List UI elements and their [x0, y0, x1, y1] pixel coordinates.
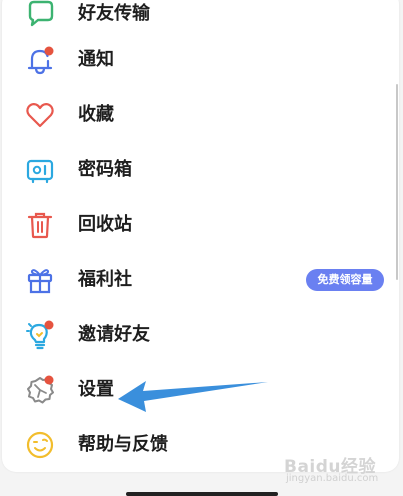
menu-item-label: 设置: [78, 379, 114, 400]
watermark-url: jingyan.baidu.com: [286, 473, 379, 484]
menu-item-label: 邀请好友: [78, 324, 150, 345]
home-indicator: [126, 492, 278, 496]
menu-item-safe-box[interactable]: 密码箱: [2, 144, 396, 196]
menu-item-invite-friends[interactable]: 邀请好友: [2, 309, 396, 361]
annotation-arrow: [118, 381, 268, 412]
scrollbar[interactable]: [396, 84, 398, 280]
menu-item-label: 收藏: [78, 104, 114, 125]
menu-item-label: 密码箱: [78, 159, 132, 180]
menu-item-notifications[interactable]: 通知: [2, 34, 396, 86]
menu-item-label: 通知: [78, 49, 114, 70]
menu-item-label: 好友传输: [78, 3, 150, 24]
gift-icon: [24, 264, 56, 296]
chat-bubble-icon: [24, 0, 56, 30]
menu-item-label: 帮助与反馈: [78, 434, 168, 455]
menu-item-recycle-bin[interactable]: 回收站: [2, 199, 396, 251]
menu-item-welfare[interactable]: 福利社 免费领容量: [2, 254, 396, 306]
heart-icon: [24, 99, 56, 131]
gear-icon: [24, 374, 56, 406]
lightbulb-icon: [24, 319, 56, 351]
watermark: Baidu经验 jingyan.baidu.com: [284, 452, 396, 492]
smiley-icon: [24, 429, 56, 461]
free-storage-badge[interactable]: 免费领容量: [306, 269, 384, 291]
bell-icon: [24, 44, 56, 76]
menu-item-label: 福利社: [78, 269, 132, 290]
trash-icon: [24, 209, 56, 241]
menu-item-favorites[interactable]: 收藏: [2, 89, 396, 141]
menu-item-label: 回收站: [78, 214, 132, 235]
safe-icon: [24, 154, 56, 186]
